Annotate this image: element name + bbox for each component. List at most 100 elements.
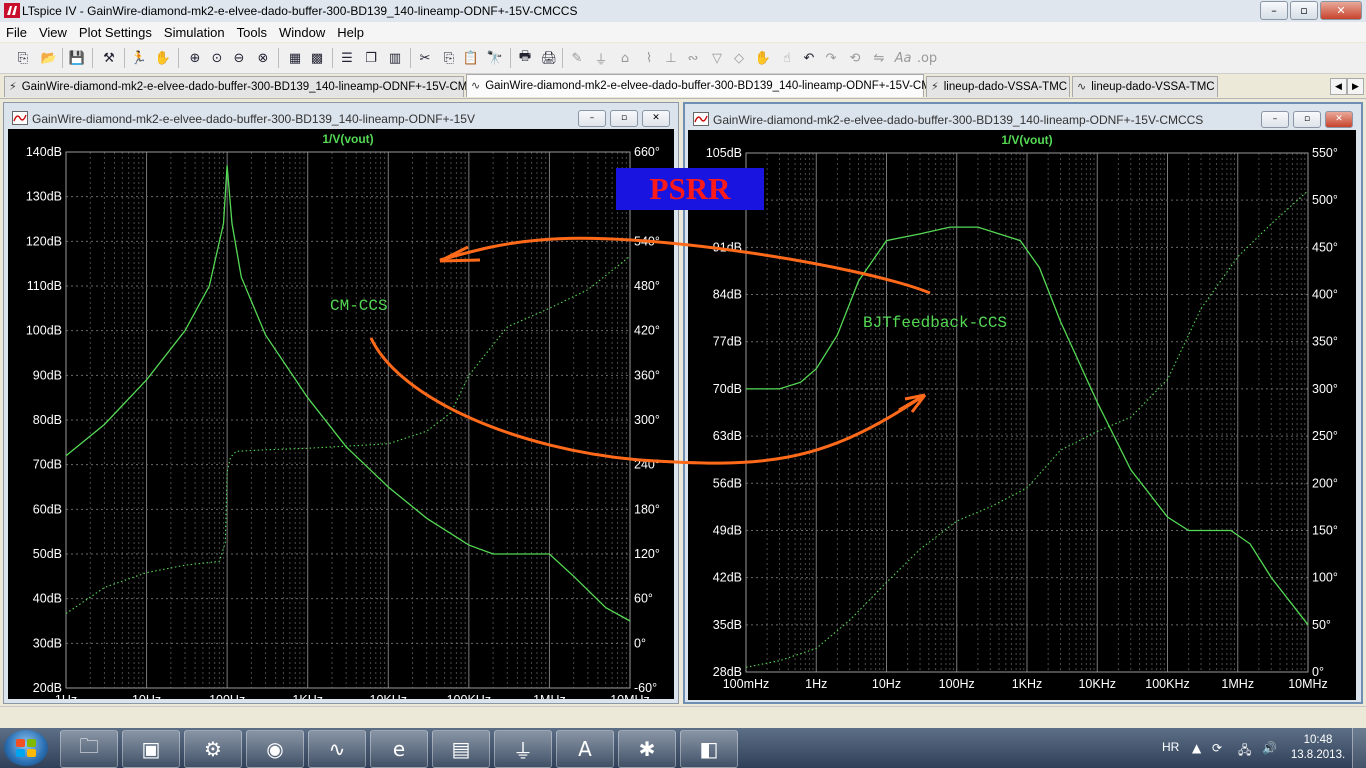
print-preview-icon[interactable]: 🖶 [516, 49, 534, 67]
maximize-button[interactable]: ▫ [1290, 1, 1318, 20]
document-taskbar-button[interactable]: A [556, 730, 614, 768]
menu-help[interactable]: Help [331, 25, 370, 40]
show-desktop-button[interactable] [1352, 728, 1366, 768]
sync-icon[interactable]: ⟳ [1212, 741, 1222, 755]
draw-wire-icon[interactable]: ✎ [568, 49, 586, 67]
clock[interactable]: 10:48 13.8.2013. [1290, 733, 1346, 763]
save-icon[interactable]: 💾 [68, 49, 86, 67]
cut-icon[interactable]: ✂ [416, 49, 434, 67]
cascade-icon[interactable]: ❐ [362, 49, 380, 67]
close-button[interactable]: ✕ [1320, 1, 1362, 20]
trace-title[interactable]: 1/V(vout) [322, 132, 373, 146]
resistor-icon[interactable]: ⌇ [640, 49, 658, 67]
oscilloscope-icon: ∿ [328, 737, 346, 761]
y2-tick-label: 180° [634, 502, 660, 516]
tab-schematic-vssa[interactable]: ⚡ lineup-dado-VSSA-TMC [926, 76, 1070, 97]
spice-directive-icon[interactable]: .op [917, 49, 937, 67]
explorer-taskbar-button[interactable]: 🗀 [60, 730, 118, 768]
y2-tick-label: 400° [1312, 288, 1338, 302]
open-file-icon[interactable]: 📂 [40, 49, 58, 67]
ltspice-taskbar-button[interactable]: ⏚ [494, 730, 552, 768]
tab-scroll-left-button[interactable]: ◀ [1330, 78, 1347, 95]
zoom-in-icon[interactable]: ⊕ [186, 49, 204, 67]
y2-tick-label: 420° [634, 324, 660, 338]
y-tick-label: 40dB [33, 592, 62, 606]
y-tick-label: 56dB [713, 476, 742, 490]
tile-vertical-icon[interactable]: ▥ [386, 49, 404, 67]
menu-window[interactable]: Window [273, 25, 331, 40]
document-icon: A [578, 737, 592, 761]
y2-tick-label: 480° [634, 279, 660, 293]
autorange-icon[interactable]: ▦ [286, 49, 304, 67]
undo-icon[interactable]: ↶ [800, 49, 818, 67]
pane-maximize-button[interactable]: ▫ [610, 110, 638, 127]
open-schematic-icon[interactable]: ⎘ [14, 49, 32, 67]
label-net-icon[interactable]: ⌂ [616, 49, 634, 67]
zoom-out-icon[interactable]: ⊖ [230, 49, 248, 67]
pane-close-button[interactable]: ✕ [1325, 111, 1353, 128]
y-tick-label: 70dB [33, 458, 62, 472]
bode-plot-right[interactable]: 1/V(vout) 105dB 98dB 91dB 84dB 77dB 70dB 63dB 56… [688, 130, 1356, 700]
bode-plot-left[interactable]: 1/V(vout) 140dB 130dB 120dB 110dB 100dB 90dB 80… [8, 129, 674, 699]
rotate-icon[interactable]: ⟲ [846, 49, 864, 67]
y2-tick-label: 0° [634, 636, 646, 650]
menu-view[interactable]: View [33, 25, 73, 40]
paint-taskbar-button[interactable]: ✱ [618, 730, 676, 768]
show-hidden-icons-icon[interactable]: ▲ [1192, 741, 1201, 755]
pane-minimize-button[interactable]: – [1261, 111, 1289, 128]
pane-maximize-button[interactable]: ▫ [1293, 111, 1321, 128]
minimize-button[interactable]: – [1260, 1, 1288, 20]
y2-tick-label: 150° [1312, 523, 1338, 537]
redo-icon[interactable]: ↷ [822, 49, 840, 67]
image-viewer-taskbar-button[interactable]: ▤ [432, 730, 490, 768]
network-icon[interactable]: 🖧 [1238, 741, 1251, 762]
y-tick-label: 63dB [713, 429, 742, 443]
inductor-icon[interactable]: ∾ [684, 49, 702, 67]
ltspice-icon: ⏚ [513, 738, 533, 763]
pick-visible-icon[interactable]: ▩ [308, 49, 326, 67]
component-icon[interactable]: ◇ [730, 49, 748, 67]
oscilloscope-taskbar-button[interactable]: ∿ [308, 730, 366, 768]
language-indicator[interactable]: HR [1162, 740, 1179, 754]
waveform-icon [12, 111, 28, 125]
diode-icon[interactable]: ▽ [708, 49, 726, 67]
capacitor-icon[interactable]: ⊥ [662, 49, 680, 67]
print-icon[interactable]: 🖨 [540, 49, 558, 67]
tab-scroll-right-button[interactable]: ▶ [1347, 78, 1364, 95]
grid [745, 152, 1309, 673]
start-button[interactable] [4, 730, 48, 766]
text-icon[interactable]: Aa [894, 49, 912, 67]
pane-close-button[interactable]: ✕ [642, 110, 670, 127]
x-tick-label: 100mHz [723, 677, 770, 691]
move-icon[interactable]: ✋ [754, 49, 772, 67]
mirror-icon[interactable]: ⇋ [870, 49, 888, 67]
drag-icon[interactable]: ☝ [778, 49, 796, 67]
tile-horizontal-icon[interactable]: ☰ [338, 49, 356, 67]
clock-time: 10:48 [1303, 734, 1333, 746]
utility-taskbar-button[interactable]: ⚙ [184, 730, 242, 768]
find-icon[interactable]: 🔭 [486, 49, 504, 67]
internet-explorer-taskbar-button[interactable]: e [370, 730, 428, 768]
zoom-fit-icon[interactable]: ⊗ [254, 49, 272, 67]
paste-icon[interactable]: 📋 [462, 49, 480, 67]
menu-file[interactable]: File [0, 25, 33, 40]
tab-schematic-cmccs[interactable]: ⚡ GainWire-diamond-mk2-e-elvee-dado-buff… [4, 76, 492, 97]
menu-plot-settings[interactable]: Plot Settings [73, 25, 158, 40]
volume-icon[interactable]: 🔊 [1262, 741, 1277, 755]
tab-waveform-vssa[interactable]: ∿ lineup-dado-VSSA-TMC [1072, 76, 1218, 97]
media-taskbar-button[interactable]: ▣ [122, 730, 180, 768]
window-taskbar-button[interactable]: ◧ [680, 730, 738, 768]
antivirus-taskbar-button[interactable]: ◉ [246, 730, 304, 768]
copy-icon[interactable]: ⎘ [440, 49, 458, 67]
menu-tools[interactable]: Tools [231, 25, 273, 40]
pan-icon[interactable]: ✋ [154, 49, 172, 67]
trace-title[interactable]: 1/V(vout) [1001, 133, 1052, 147]
ground-icon[interactable]: ⏚ [592, 49, 610, 68]
zoom-pan-icon[interactable]: ⊙ [208, 49, 226, 67]
pane-minimize-button[interactable]: – [578, 110, 606, 127]
tab-waveform-cmccs[interactable]: ∿ GainWire-diamond-mk2-e-elvee-dado-buff… [466, 74, 955, 97]
y2-tick-label: 250° [1312, 429, 1338, 443]
menu-simulation[interactable]: Simulation [158, 25, 231, 40]
control-panel-icon[interactable]: ⚒ [100, 49, 118, 67]
run-icon[interactable]: 🏃 [130, 49, 148, 67]
